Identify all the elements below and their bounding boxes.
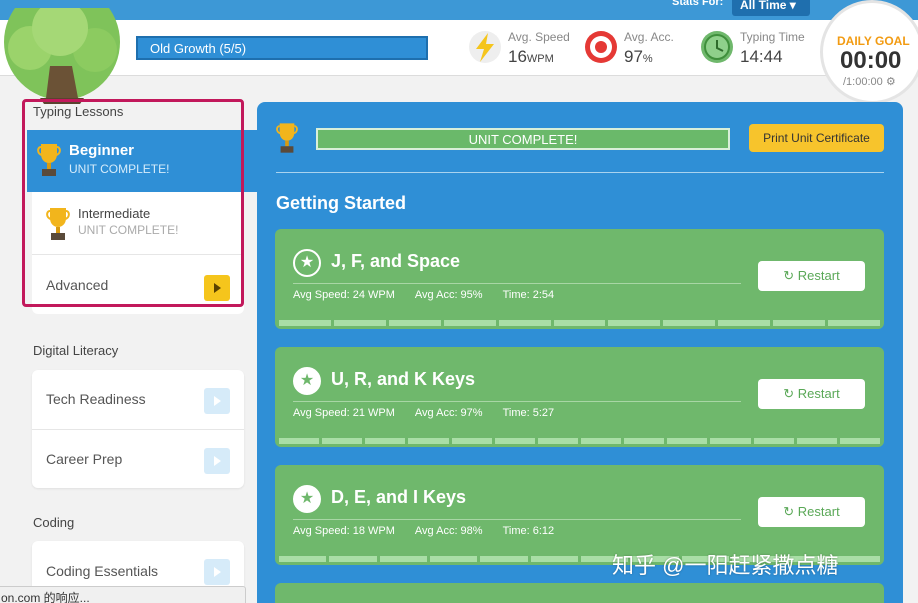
annotation-highlight-box bbox=[22, 99, 244, 307]
progress-segment bbox=[443, 320, 496, 326]
progress-segment bbox=[663, 320, 716, 326]
lesson-card[interactable]: ★ U, R, and K Keys Avg Speed: 21 WPM Avg … bbox=[275, 347, 884, 447]
progress-segment bbox=[408, 438, 449, 444]
sidebar-item-label: Tech Readiness bbox=[46, 391, 146, 407]
star-outline-icon: ★ bbox=[293, 249, 321, 277]
progress-segment bbox=[379, 556, 427, 562]
lesson-stats: Avg Speed: 18 WPM Avg Acc: 98% Time: 6:12 bbox=[293, 525, 555, 537]
restart-button[interactable]: ↻ Restart bbox=[758, 497, 865, 527]
progress-segment bbox=[773, 320, 826, 326]
watermark-text: 知乎 @一阳赶紧撒点糖 bbox=[612, 553, 839, 578]
progress-segment bbox=[530, 556, 578, 562]
progress-segment bbox=[580, 438, 622, 444]
progress-segment bbox=[753, 438, 794, 444]
tree-avatar-icon bbox=[4, 8, 120, 104]
coding-title: Coding bbox=[33, 515, 75, 530]
browser-status-popup: on.com 的响应... bbox=[0, 586, 246, 603]
progress-segment bbox=[329, 556, 377, 562]
avg-speed-value: 16WPM bbox=[508, 47, 554, 66]
progress-segment bbox=[832, 556, 880, 562]
progress-segment bbox=[553, 320, 606, 326]
play-arrow-icon[interactable] bbox=[204, 559, 230, 585]
lesson-title: J, F, and Space bbox=[331, 251, 461, 271]
sidebar-item-tech-readiness[interactable]: Tech Readiness bbox=[32, 370, 244, 429]
lesson-card[interactable] bbox=[275, 583, 884, 603]
progress-segment bbox=[494, 438, 535, 444]
target-icon bbox=[585, 31, 617, 63]
progress-segment bbox=[710, 438, 751, 444]
header-bar: Old Growth (5/5) Avg. Speed 16WPM Avg. A… bbox=[0, 0, 918, 104]
avg-accuracy-value: 97% bbox=[624, 47, 653, 66]
avg-speed-label: Avg. Speed bbox=[508, 30, 570, 44]
divider bbox=[276, 172, 884, 173]
progress-segment bbox=[480, 556, 528, 562]
lesson-card[interactable]: ★ J, F, and Space Avg Speed: 24 WPM Avg A… bbox=[275, 229, 884, 329]
progress-segment bbox=[388, 320, 441, 326]
progress-segment bbox=[608, 320, 661, 326]
lesson-stats: Avg Speed: 24 WPM Avg Acc: 95% Time: 2:54 bbox=[293, 289, 555, 301]
sidebar-item-label: Coding Essentials bbox=[46, 563, 159, 579]
divider bbox=[293, 283, 741, 284]
lesson-title: D, E, and I Keys bbox=[331, 487, 467, 507]
progress-segment bbox=[279, 320, 331, 326]
unit-progress-bar: UNIT COMPLETE! bbox=[316, 128, 730, 150]
progress-segment bbox=[839, 438, 880, 444]
lesson-progress-bar bbox=[275, 320, 884, 326]
progress-segment bbox=[322, 438, 363, 444]
typing-time-label: Typing Time bbox=[740, 30, 805, 44]
lesson-stats: Avg Speed: 21 WPM Avg Acc: 97% Time: 5:27 bbox=[293, 407, 555, 419]
lightning-icon bbox=[469, 31, 501, 63]
progress-segment bbox=[451, 438, 492, 444]
progress-segment bbox=[498, 320, 551, 326]
progress-segment bbox=[624, 438, 665, 444]
trophy-icon bbox=[276, 123, 298, 153]
avg-accuracy-label: Avg. Acc. bbox=[624, 30, 674, 44]
play-arrow-icon[interactable] bbox=[204, 388, 230, 414]
lesson-title: U, R, and K Keys bbox=[331, 369, 476, 389]
digital-literacy-title: Digital Literacy bbox=[33, 343, 119, 358]
progress-segment bbox=[718, 320, 771, 326]
level-progress-bar: Old Growth (5/5) bbox=[136, 36, 428, 60]
star-filled-icon: ★ bbox=[293, 485, 321, 513]
daily-goal-time: 00:00 bbox=[840, 47, 902, 74]
daily-goal-target: /1:00:00 ⚙ bbox=[843, 76, 896, 88]
digital-literacy-card: Tech Readiness Career Prep bbox=[32, 370, 244, 488]
progress-segment bbox=[828, 320, 880, 326]
stats-for-label: Stats For: bbox=[672, 0, 724, 8]
divider bbox=[293, 401, 741, 402]
restart-button[interactable]: ↻ Restart bbox=[758, 261, 865, 291]
print-certificate-button[interactable]: Print Unit Certificate bbox=[749, 124, 884, 152]
divider bbox=[293, 519, 741, 520]
progress-segment bbox=[279, 438, 320, 444]
typing-time-value: 14:44 bbox=[740, 47, 783, 66]
daily-goal-label: DAILY GOAL bbox=[837, 34, 910, 48]
progress-segment bbox=[429, 556, 478, 562]
progress-segment bbox=[279, 556, 327, 562]
stats-for-select[interactable]: All Time ▾ bbox=[732, 0, 810, 16]
play-arrow-icon[interactable] bbox=[204, 448, 230, 474]
sidebar-item-label: Career Prep bbox=[46, 451, 123, 467]
daily-goal-widget[interactable]: DAILY GOAL 00:00 /1:00:00 ⚙ bbox=[820, 0, 918, 104]
progress-segment bbox=[537, 438, 578, 444]
sidebar-item-career-prep[interactable]: Career Prep bbox=[32, 429, 244, 488]
restart-button[interactable]: ↻ Restart bbox=[758, 379, 865, 409]
progress-segment bbox=[333, 320, 386, 326]
progress-segment bbox=[796, 438, 837, 444]
progress-segment bbox=[365, 438, 406, 444]
progress-segment bbox=[667, 438, 708, 444]
lesson-progress-bar bbox=[275, 438, 884, 444]
star-filled-icon: ★ bbox=[293, 367, 321, 395]
section-title: Getting Started bbox=[276, 193, 407, 213]
clock-icon bbox=[701, 31, 733, 63]
